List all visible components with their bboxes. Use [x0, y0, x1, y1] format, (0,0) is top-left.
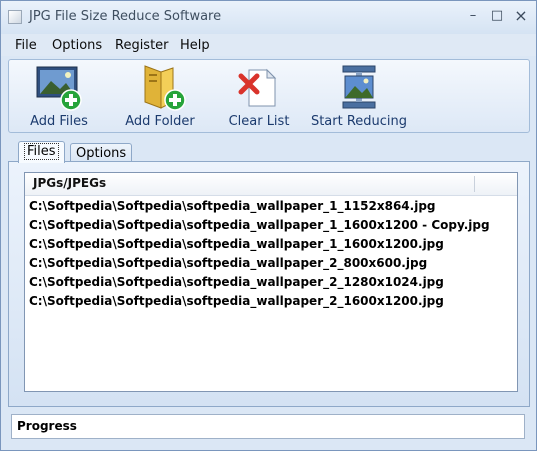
compress-icon [342, 65, 376, 109]
menu-help[interactable]: Help [180, 38, 210, 53]
list-item[interactable]: C:\Softpedia\Softpedia\softpedia_wallpap… [29, 235, 490, 254]
column-header-jpgs[interactable]: JPGs/JPEGs [33, 176, 106, 190]
tab-files-label: Files [24, 143, 59, 160]
add-folder-button[interactable]: Add Folder [117, 60, 203, 132]
minimize-button[interactable]: – [464, 7, 482, 25]
clear-list-label: Clear List [228, 114, 290, 129]
tab-options-label: Options [76, 146, 127, 161]
list-item[interactable]: C:\Softpedia\Softpedia\softpedia_wallpap… [29, 254, 490, 273]
file-list[interactable]: JPGs/JPEGs C:\Softpedia\Softpedia\softpe… [24, 172, 518, 392]
tab-control: Files Options JPGs/JPEGs C:\Softpedia\So… [8, 139, 530, 407]
app-icon [8, 10, 22, 24]
clear-list-icon [238, 68, 277, 107]
menu-file[interactable]: File [15, 38, 37, 53]
menu-options[interactable]: Options [52, 38, 102, 53]
title-bar[interactable]: JPG File Size Reduce Software – □ × [1, 1, 536, 34]
app-window: JPG File Size Reduce Software – □ × File… [0, 0, 537, 451]
list-rows: C:\Softpedia\Softpedia\softpedia_wallpap… [29, 197, 490, 311]
start-reducing-label: Start Reducing [310, 114, 408, 129]
close-button[interactable]: × [512, 7, 530, 25]
column-divider[interactable] [474, 176, 475, 192]
clear-list-button[interactable]: Clear List [223, 60, 295, 132]
add-files-icon [36, 66, 82, 111]
tab-options[interactable]: Options [70, 143, 133, 163]
menu-bar: File Options Register Help [1, 34, 536, 56]
add-folder-icon [144, 65, 186, 111]
list-item[interactable]: C:\Softpedia\Softpedia\softpedia_wallpap… [29, 197, 490, 216]
toolbar: Add Files Add Folder Clear List Start Re… [8, 59, 530, 133]
progress-label: Progress [17, 419, 77, 433]
files-tab-panel: JPGs/JPEGs C:\Softpedia\Softpedia\softpe… [8, 161, 530, 407]
list-item[interactable]: C:\Softpedia\Softpedia\softpedia_wallpap… [29, 216, 490, 235]
tab-files[interactable]: Files [18, 141, 65, 163]
add-files-button[interactable]: Add Files [23, 60, 95, 132]
window-title: JPG File Size Reduce Software [29, 9, 222, 24]
list-header[interactable]: JPGs/JPEGs [25, 173, 517, 196]
list-item[interactable]: C:\Softpedia\Softpedia\softpedia_wallpap… [29, 273, 490, 292]
maximize-button[interactable]: □ [488, 7, 506, 25]
progress-box: Progress [11, 414, 525, 439]
start-reducing-button[interactable]: Start Reducing [309, 60, 409, 132]
add-files-label: Add Files [30, 114, 88, 129]
list-item[interactable]: C:\Softpedia\Softpedia\softpedia_wallpap… [29, 292, 490, 311]
add-folder-label: Add Folder [125, 114, 195, 129]
menu-register[interactable]: Register [115, 38, 169, 53]
